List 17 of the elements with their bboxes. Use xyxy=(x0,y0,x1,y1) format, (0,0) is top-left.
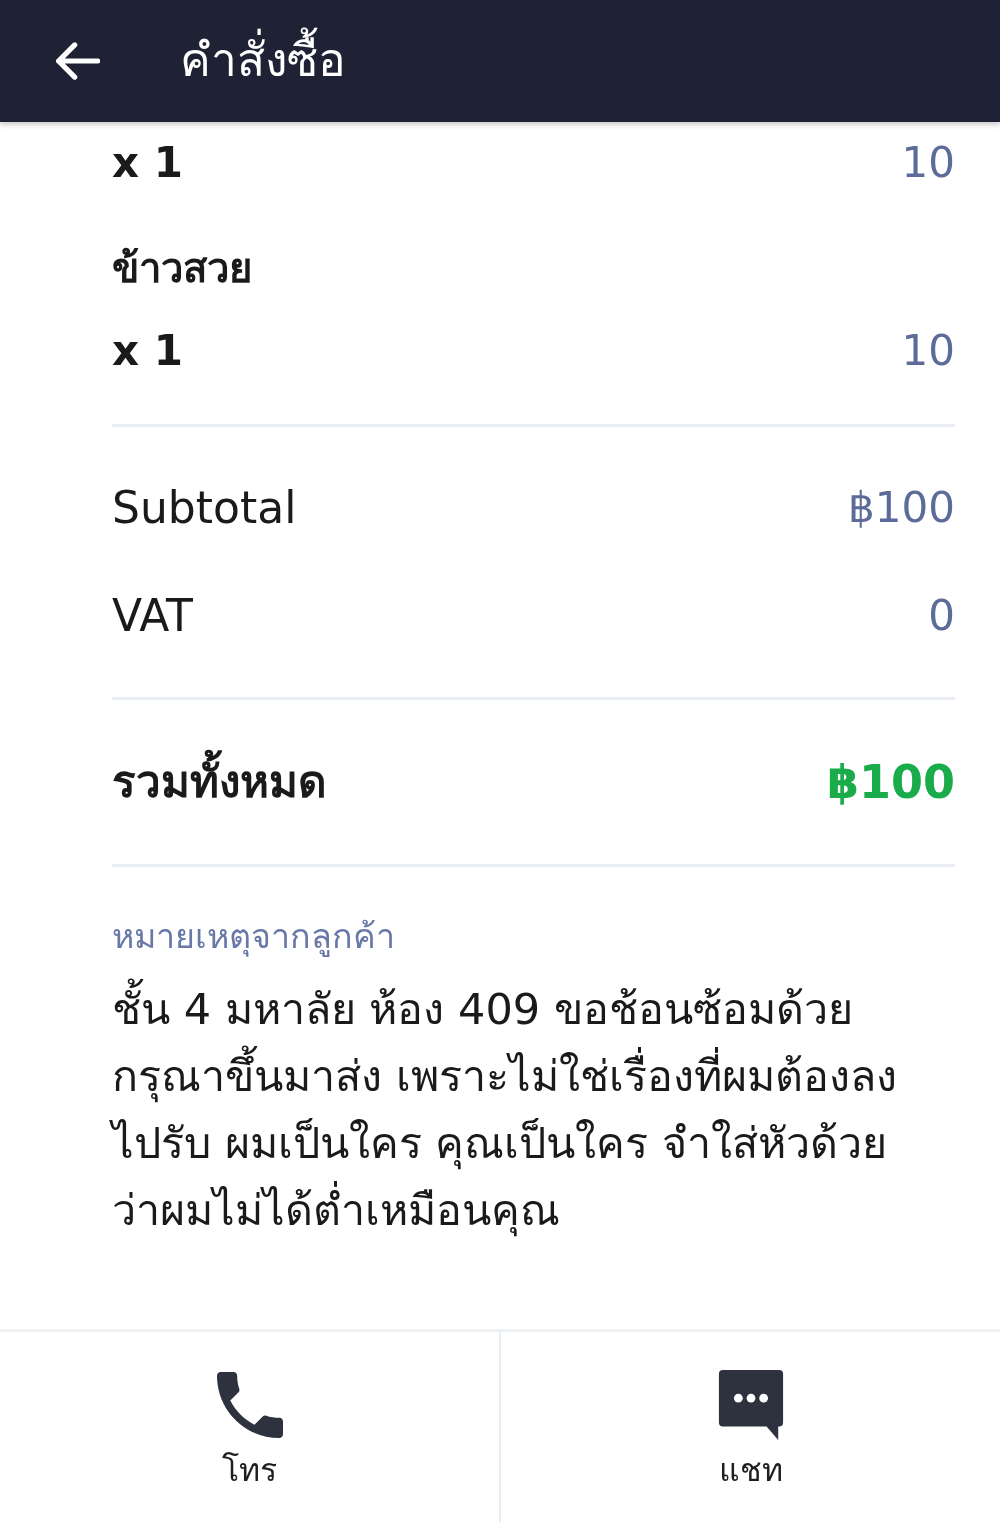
total-label: รวมทั้งหมด xyxy=(112,749,327,815)
summary-value: 0 xyxy=(928,590,955,640)
back-button[interactable] xyxy=(54,41,100,81)
item-name: ข้าวสวย xyxy=(112,244,252,293)
back-arrow-icon xyxy=(54,41,100,81)
chat-bubble-icon xyxy=(717,1370,784,1440)
item-quantity: x 1 xyxy=(112,137,183,187)
screen-title: คำสั่งซื้อ xyxy=(178,20,348,102)
summary-label: VAT xyxy=(112,589,193,641)
summary-label: Subtotal xyxy=(112,481,297,533)
item-price: 10 xyxy=(901,325,955,375)
item-price: 10 xyxy=(901,137,955,187)
summary-value: ฿100 xyxy=(848,482,955,532)
phone-icon xyxy=(216,1370,283,1440)
total-value: ฿100 xyxy=(826,755,955,809)
note-label: หมายเหตุจากลูกค้า xyxy=(112,915,395,959)
item-quantity: x 1 xyxy=(112,325,183,375)
